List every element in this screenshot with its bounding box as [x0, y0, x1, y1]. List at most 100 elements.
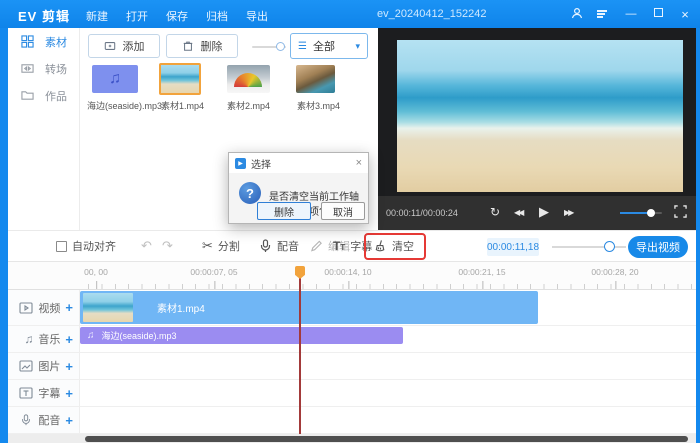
minimize-button[interactable]: —	[624, 8, 638, 20]
title-bar: EV 剪辑 新建 打开 保存 归档 导出 ev_20240412_152242 …	[0, 0, 700, 28]
scissors-icon: ✂	[202, 238, 213, 254]
filter-dropdown[interactable]: ☰ 全部 ▾	[290, 33, 368, 59]
menu-lines-icon[interactable]	[597, 9, 611, 20]
menu-open[interactable]: 打开	[126, 8, 148, 24]
menu-archive[interactable]: 归档	[206, 8, 228, 24]
scrollbar-thumb[interactable]	[85, 436, 688, 442]
library-item-name: 素材2.mp4	[227, 99, 270, 112]
checkbox-icon[interactable]	[56, 241, 67, 252]
preview-controls: 00:00:11/00:00:24 ↻ ◀◀ ▶ ▶▶	[378, 196, 696, 230]
clip-name: 海边(seaside).mp3	[102, 329, 177, 342]
fast-forward-icon[interactable]: ▶▶	[564, 208, 572, 217]
window-right-edge	[696, 28, 700, 443]
subtitle-lane[interactable]	[80, 380, 696, 406]
track-row-subtitle: 字幕 +	[8, 380, 696, 407]
maximize-button[interactable]	[651, 8, 665, 20]
dialog-title: 选择	[251, 156, 271, 171]
track-label: 视频	[38, 300, 60, 316]
pencil-icon	[310, 239, 323, 253]
dub-lane[interactable]	[80, 407, 696, 433]
preview-timecode: 00:00:11/00:00:24	[386, 208, 458, 218]
sidebar-item-material[interactable]: 素材	[8, 28, 79, 55]
microphone-icon	[259, 239, 272, 253]
playhead-line[interactable]	[299, 272, 301, 434]
track-label: 配音	[38, 412, 60, 428]
timeline-tracks: 视频 + 素材1.mp4 ♫ 音乐 + ♫ 海边(seaside).mp3	[8, 290, 696, 434]
dialog-cancel-button[interactable]: 取消	[321, 202, 365, 220]
undo-icon[interactable]: ↶	[141, 238, 152, 254]
menu-new[interactable]: 新建	[86, 8, 108, 24]
dub-button[interactable]: 配音	[259, 231, 299, 261]
delete-material-button[interactable]: 删除	[166, 34, 238, 58]
timeline-zoom-slider[interactable]	[552, 246, 626, 248]
filter-value: 全部	[313, 38, 335, 54]
add-track-button[interactable]: +	[65, 413, 73, 428]
add-track-button[interactable]: +	[65, 359, 73, 374]
ruler-label: 00, 00	[84, 262, 108, 289]
volume-slider[interactable]	[620, 212, 662, 214]
left-sidebar: 素材 转场 作品	[8, 28, 80, 230]
add-material-button[interactable]: 添加	[88, 34, 160, 58]
ruler-label: 00:00:21, 15	[458, 262, 505, 289]
trash-icon	[182, 40, 194, 52]
close-button[interactable]: ×	[678, 7, 692, 22]
timeline-clip-video[interactable]: 素材1.mp4	[80, 291, 538, 324]
dialog-close-icon[interactable]: ×	[356, 157, 362, 169]
library-item-name: 素材3.mp4	[297, 99, 340, 112]
restart-icon[interactable]: ↻	[490, 205, 500, 219]
app-logo: EV 剪辑	[18, 6, 70, 25]
slider-knob[interactable]	[276, 42, 285, 51]
sidebar-item-transition[interactable]: 转场	[8, 55, 79, 82]
video-preview-panel: 00:00:11/00:00:24 ↻ ◀◀ ▶ ▶▶	[378, 28, 696, 230]
add-track-button[interactable]: +	[65, 332, 73, 347]
add-track-button[interactable]: +	[65, 386, 73, 401]
fullscreen-icon[interactable]	[674, 205, 687, 223]
timeline-clip-audio[interactable]: ♫ 海边(seaside).mp3	[80, 327, 403, 344]
library-item-video1[interactable]	[159, 63, 201, 95]
library-item-audio[interactable]: ♫	[92, 65, 138, 93]
track-label: 图片	[38, 358, 60, 374]
video-frame[interactable]	[397, 40, 683, 192]
project-title: ev_20240412_152242	[377, 8, 487, 20]
main-menu: 新建 打开 保存 归档 导出	[86, 8, 268, 24]
window-left-edge	[0, 28, 8, 443]
export-video-button[interactable]: 导出视频	[628, 236, 688, 258]
video-lane[interactable]: 素材1.mp4	[80, 290, 696, 325]
track-row-music: ♫ 音乐 + ♫ 海边(seaside).mp3	[8, 326, 696, 353]
library-item-video3[interactable]	[296, 65, 335, 93]
zoom-knob[interactable]	[604, 241, 615, 252]
timeline-ruler[interactable]: 00, 00 00:00:07, 05 00:00:14, 10 00:00:2…	[8, 262, 696, 290]
sidebar-item-works[interactable]: 作品	[8, 82, 79, 109]
rewind-icon[interactable]: ◀◀	[514, 208, 522, 217]
ruler-label: 00:00:28, 20	[591, 262, 638, 289]
question-icon: ?	[239, 182, 261, 204]
window-buttons: — ×	[570, 0, 692, 28]
ev-editor-window: EV 剪辑 新建 打开 保存 归档 导出 ev_20240412_152242 …	[0, 0, 700, 443]
mic-track-icon	[19, 414, 33, 426]
image-lane[interactable]	[80, 353, 696, 379]
add-track-button[interactable]: +	[65, 300, 73, 315]
subtitle-button[interactable]: TT 字幕	[333, 231, 372, 261]
broom-icon	[374, 239, 387, 253]
thumbnail-size-slider[interactable]	[252, 46, 286, 48]
menu-export[interactable]: 导出	[246, 8, 268, 24]
volume-knob[interactable]	[647, 209, 655, 217]
track-row-video: 视频 + 素材1.mp4	[8, 290, 696, 326]
play-icon[interactable]: ▶	[539, 204, 549, 220]
dialog-delete-button[interactable]: 删除	[257, 202, 311, 220]
clear-button[interactable]: 清空	[374, 231, 414, 261]
music-lane[interactable]: ♫ 海边(seaside).mp3	[80, 326, 696, 352]
dialog-title-bar[interactable]: ▶ 选择 ×	[229, 153, 368, 173]
auto-align-toggle[interactable]: 自动对齐	[56, 231, 116, 261]
ruler-label: 00:00:14, 10	[324, 262, 371, 289]
library-item-video2[interactable]	[227, 65, 270, 93]
clip-thumbnail	[83, 293, 133, 322]
menu-save[interactable]: 保存	[166, 8, 188, 24]
library-item-name: 海边(seaside).mp3	[87, 99, 162, 112]
redo-icon[interactable]: ↷	[162, 238, 173, 254]
track-row-dub: 配音 +	[8, 407, 696, 434]
split-button[interactable]: ✂ 分割	[202, 231, 240, 261]
timeline-scrollbar[interactable]	[8, 434, 696, 443]
user-icon[interactable]	[570, 7, 584, 22]
chevron-down-icon: ▾	[355, 41, 360, 52]
